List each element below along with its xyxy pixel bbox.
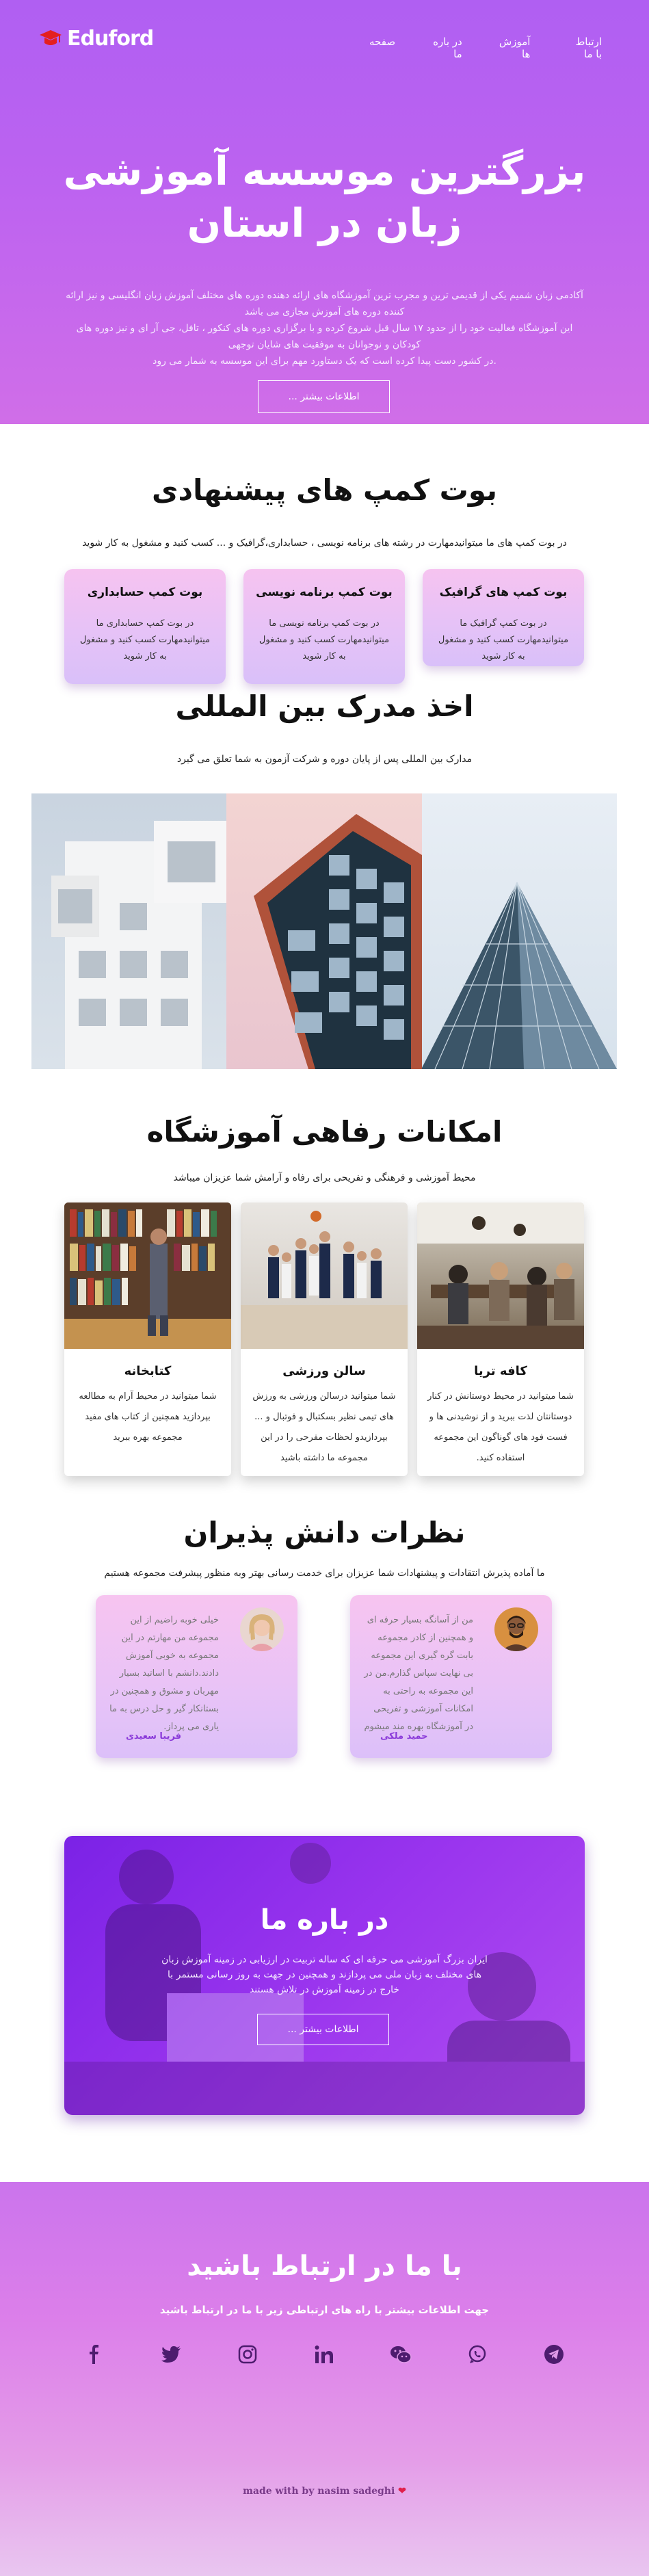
building-gallery [31, 793, 617, 1069]
facility-card-text: شما میتوانید در محیط آرام به مطالعه بپرد… [79, 1391, 217, 1443]
about-title: در باره ما [260, 1904, 389, 1936]
nav-item-courses[interactable]: آموزش ها [499, 36, 531, 60]
building-photo-white [31, 793, 227, 1069]
testimonials-title: نظرات دانش پذیران [183, 1516, 466, 1549]
hero-desc-line: کودکان و نوجوانان به موفقیت های شایان تو… [228, 339, 421, 350]
wechat-icon[interactable] [388, 2342, 413, 2367]
bootcamp-card-text: در بوت کمپ گرافیک ما میتوانیدمهارت کسب ک… [438, 618, 569, 661]
testimonial-text: من از آسانگه بسیار حرفه ای و همچنین از ک… [364, 1615, 473, 1732]
testimonial-card: خیلی خوبه راضیم از این مجموعه من مهارتم … [96, 1595, 297, 1758]
facebook-icon[interactable] [82, 2342, 107, 2367]
heart-icon: ❤ [398, 2486, 406, 2497]
testimonials-subtitle: ما آماده پذیرش انتقادات و پیشنهادات شما … [104, 1568, 545, 1579]
instagram-icon[interactable] [235, 2342, 260, 2367]
about-section: در باره ما ایران بزرگ آموزشی می حرفه ای … [64, 1836, 585, 2115]
top-nav: Eduford ارتباط با ما آموزش ها در باره ما… [0, 0, 649, 82]
hero-desc-line: .در کشور دست پیدا کرده است که یک دستاورد… [153, 356, 496, 367]
nav-item-about[interactable]: در باره ما [432, 36, 462, 60]
graduation-cap-icon [38, 26, 63, 51]
facilities-subtitle: محیط آموزشی و فرهنگی و تفریحی برای رفاه … [173, 1172, 476, 1183]
twitter-icon[interactable] [159, 2342, 183, 2367]
about-description: ایران بزرگ آموزشی می حرفه ای که ساله ترب… [161, 1954, 488, 1995]
contact-section: با ما در ارتباط باشید جهت اطلاعات بیشتر … [0, 2182, 649, 2576]
telegram-icon[interactable] [542, 2342, 566, 2367]
bootcamp-card-title: بوت کمپ برنامه نویسی [256, 586, 393, 599]
facilities-title: امکانات رفاهی آموزشگاه [146, 1115, 503, 1148]
bootcamp-card-graphic[interactable]: بوت کمپ های گرافیک در بوت کمپ گرافیک ما … [423, 569, 584, 666]
testimonial-card: من از آسانگه بسیار حرفه ای و همچنین از ک… [350, 1595, 552, 1758]
bootcamp-card-title: بوت کمپ حسابداری [87, 586, 203, 599]
bootcamp-card-title: بوت کمپ های گرافیک [439, 586, 568, 599]
facility-card-gym[interactable]: سالن ورزشی شما میتوانید درسالن ورزشی به … [241, 1202, 408, 1476]
avatar [494, 1607, 538, 1651]
facility-card-cafe[interactable]: کافه تریا شما میتوانید در محیط دوستانش د… [417, 1202, 584, 1476]
facility-card-title: کتابخانه [124, 1364, 172, 1378]
hero-desc-line: کننده دوره های آموزش مجازی می باشد [244, 306, 405, 317]
hero-description: آکادمی زبان شمیم یکی از قدیمی ترین و مجر… [66, 287, 583, 369]
linkedin-icon[interactable] [312, 2342, 336, 2367]
brand-name: Eduford [67, 26, 154, 51]
nav-item-home[interactable]: صفحه [369, 36, 395, 60]
testimonial-author: حمید ملکی [380, 1731, 428, 1742]
testimonial-author: فریبا سعیدی [126, 1731, 182, 1742]
hero-section: Eduford ارتباط با ما آموزش ها در باره ما… [0, 0, 649, 424]
library-photo [64, 1202, 231, 1349]
nav-menu: ارتباط با ما آموزش ها در باره ما صفحه [369, 36, 602, 60]
social-links [82, 2339, 566, 2369]
footer-credit: made with by nasim sadeghi ❤ [0, 2486, 649, 2497]
facility-card-title: سالن ورزشی [282, 1364, 366, 1378]
facility-card-library[interactable]: کتابخانه شما میتوانید در محیط آرام به مط… [64, 1202, 231, 1476]
bootcamp-card-text: در بوت کمپ برنامه نویسی ما میتوانیدمهارت… [259, 618, 390, 661]
whatsapp-icon[interactable] [465, 2342, 490, 2367]
bootcamps-title: بوت کمپ های پیشنهادی [152, 473, 497, 507]
building-photo-tower [226, 793, 422, 1069]
testimonial-text: خیلی خوبه راضیم از این مجموعه من مهارتم … [109, 1615, 219, 1732]
brand-logo[interactable]: Eduford [38, 26, 154, 51]
hero-desc-line: این آموزشگاه فعالیت خود را از حدود ۱۷ سا… [76, 323, 573, 334]
certificate-subtitle: مدارک بین المللی پس از پایان دوره و شرکت… [176, 754, 473, 765]
gym-photo [241, 1202, 408, 1349]
contact-title: با ما در ارتباط باشید [187, 2250, 462, 2282]
certificate-title: اخذ مدرک بین المللی [175, 689, 474, 723]
avatar [240, 1607, 284, 1651]
about-more-info-button[interactable]: اطلاعات بیشتر ... [257, 2014, 389, 2045]
bootcamps-subtitle: در بوت کمپ های ما میتوانیدمهارت در رشته … [82, 538, 567, 549]
building-photo-glass [421, 793, 617, 1069]
nav-item-contact[interactable]: ارتباط با ما [567, 36, 602, 60]
contact-subtitle: جهت اطلاعات بیشتر با راه های ارتباطی زیر… [159, 2304, 490, 2316]
bootcamp-card-text: در بوت کمپ حسابداری ما میتوانیدمهارت کسب… [79, 618, 211, 661]
facility-card-text: شما میتوانید در محیط دوستانش در کنار دوس… [427, 1391, 574, 1463]
bootcamp-card-accounting[interactable]: بوت کمپ حسابداری در بوت کمپ حسابداری ما … [64, 569, 226, 684]
hero-more-info-button[interactable]: اطلاعات بیشتر ... [258, 380, 390, 413]
hero-desc-line: آکادمی زبان شمیم یکی از قدیمی ترین و مجر… [66, 290, 583, 301]
cafe-photo [417, 1202, 584, 1349]
hero-title: بزرگترین موسسه آموزشی زبان در استان [63, 148, 586, 246]
footer-credit-text: made with by nasim sadeghi [243, 2486, 395, 2497]
facility-card-text: شما میتوانید درسالن ورزشی به ورزش های تی… [252, 1391, 396, 1463]
bootcamp-card-programming[interactable]: بوت کمپ برنامه نویسی در بوت کمپ برنامه ن… [243, 569, 405, 684]
facility-card-title: کافه تریا [474, 1364, 527, 1378]
